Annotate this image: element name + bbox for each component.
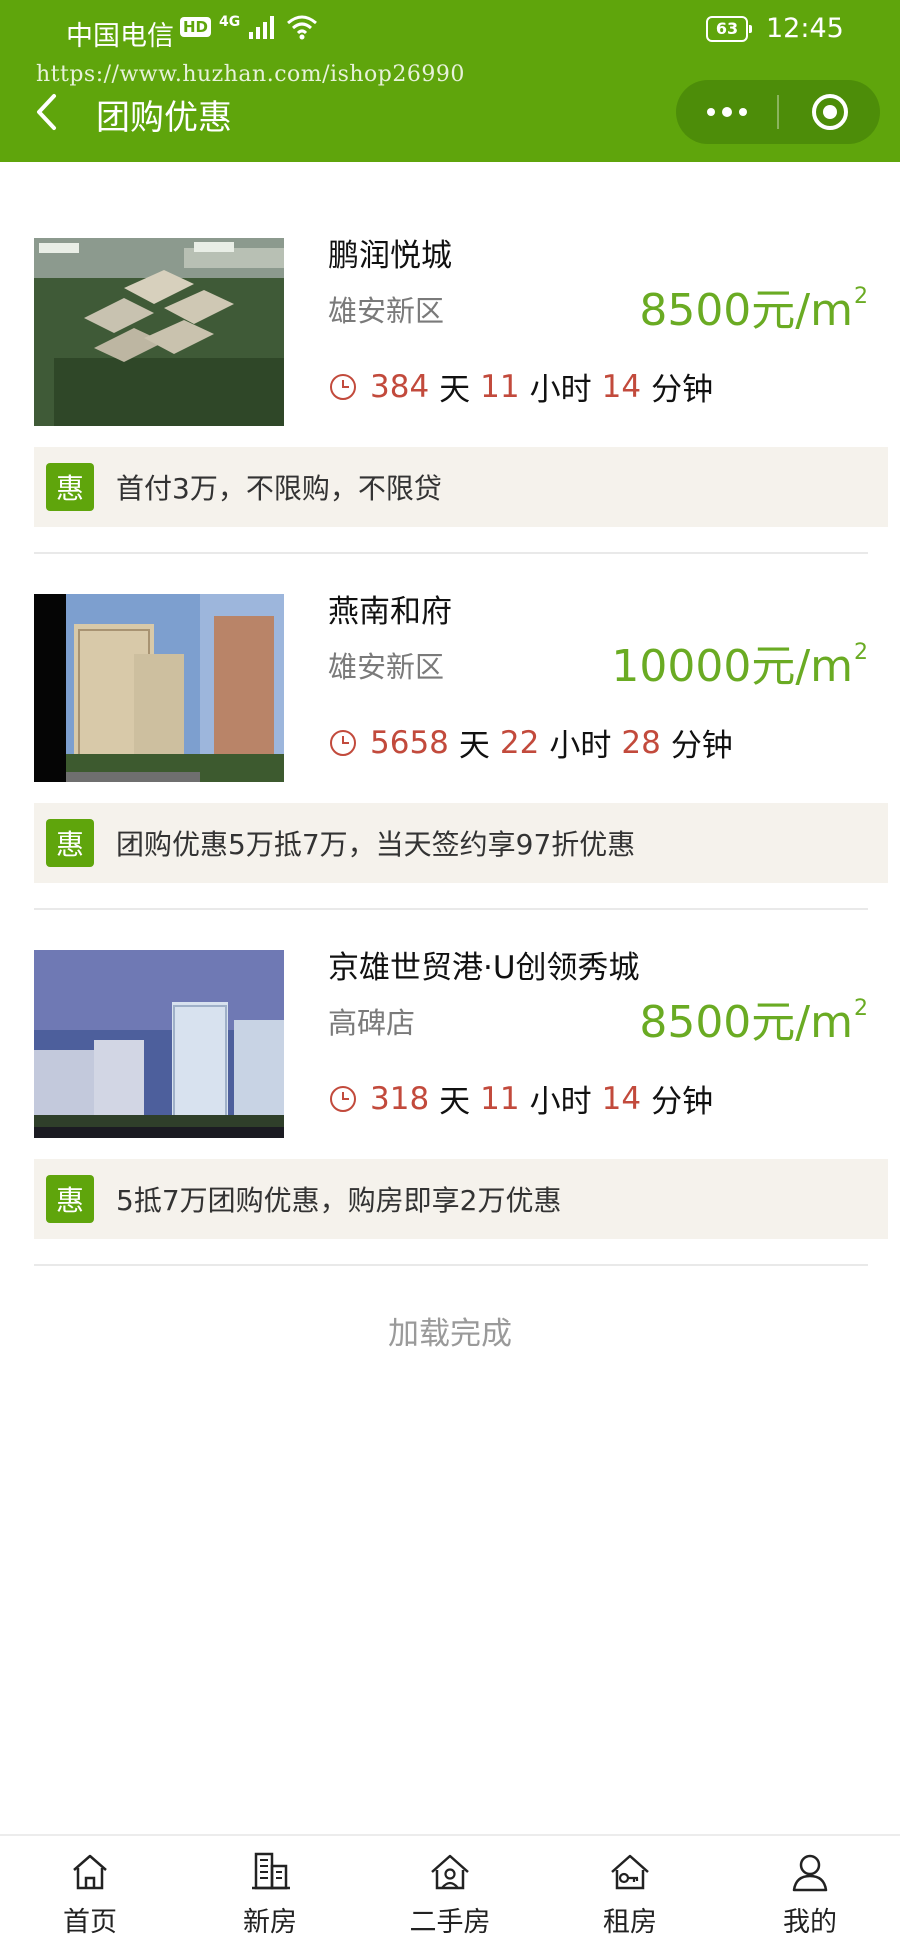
listing-photo: [34, 238, 284, 426]
countdown-days-unit: 天: [439, 1084, 471, 1120]
countdown-days-unit: 天: [458, 728, 490, 764]
listing-price: 8500元/m2: [639, 274, 868, 338]
countdown-days: 384: [370, 368, 430, 405]
network-label: 4G: [219, 14, 241, 30]
listing-area: 雄安新区: [328, 650, 445, 684]
user-icon: [792, 1854, 828, 1892]
wifi-icon: [287, 15, 318, 40]
listing-area: 雄安新区: [328, 294, 445, 328]
home-icon: [73, 1854, 107, 1890]
more-button[interactable]: [676, 80, 777, 144]
countdown-days: 318: [370, 1080, 430, 1117]
countdown-minutes: 28: [621, 724, 661, 761]
countdown-minutes-unit: 分钟: [670, 728, 733, 764]
status-time: 12:45: [766, 13, 844, 44]
house-person-icon: [431, 1854, 469, 1890]
price-unit-exponent: 2: [854, 996, 868, 1021]
clock-icon: [330, 1085, 356, 1112]
listing-card[interactable]: 燕南和府 雄安新区 10000元/m2 5658 天 22 小时 28 分钟 惠…: [0, 518, 900, 910]
promo-banner: 惠 首付3万，不限购，不限贷: [34, 447, 888, 527]
miniprogram-capsule: [676, 80, 880, 144]
building-icon: [252, 1852, 290, 1890]
countdown-days-unit: 天: [439, 372, 471, 408]
promo-banner: 惠 5抵7万团购优惠，购房即享2万优惠: [34, 1159, 888, 1239]
tab-label: 首页: [63, 1907, 117, 1938]
tab-second-hand[interactable]: 二手房: [360, 1836, 540, 1950]
price-value: 10000元/m: [611, 641, 853, 692]
listing-name: 京雄世贸港·U创领秀城: [328, 950, 640, 986]
promo-text: 团购优惠5万抵7万，当天签约享97折优惠: [116, 828, 636, 861]
page-title: 团购优惠: [96, 98, 232, 138]
price-value: 8500元/m: [639, 285, 853, 336]
tab-home[interactable]: 首页: [0, 1836, 180, 1950]
house-key-icon: [611, 1854, 649, 1890]
promo-text: 5抵7万团购优惠，购房即享2万优惠: [116, 1184, 562, 1217]
listing-card[interactable]: 京雄世贸港·U创领秀城 高碑店 8500元/m2 318 天 11 小时 14 …: [0, 874, 900, 1266]
listing-price: 10000元/m2: [611, 630, 868, 694]
listing-area: 高碑店: [328, 1006, 416, 1040]
promo-tag: 惠: [46, 1175, 94, 1223]
load-complete-label: 加载完成: [388, 1316, 512, 1352]
listing-card[interactable]: 鹏润悦城 雄安新区 8500元/m2 384 天 11 小时 14 分钟 惠 首…: [0, 162, 900, 554]
price-value: 8500元/m: [639, 997, 853, 1048]
more-dots-icon: [706, 107, 747, 117]
tab-label: 我的: [783, 1907, 837, 1938]
tab-label: 租房: [603, 1907, 657, 1938]
app-header: 中国电信 HD 4G 63 12:45 https://www.huzhan.c…: [0, 0, 900, 162]
signal-icon: [249, 16, 275, 39]
countdown: 318 天 11 小时 14 分钟: [328, 1076, 713, 1121]
back-button[interactable]: [26, 88, 66, 136]
listing-name: 燕南和府: [328, 594, 452, 630]
chevron-left-icon: [37, 94, 56, 130]
watermark-url: https://www.huzhan.com/ishop26990: [36, 62, 465, 87]
countdown-hours: 22: [499, 724, 540, 761]
promo-tag: 惠: [46, 819, 94, 867]
countdown-days: 5658: [370, 724, 449, 761]
bottom-tab-bar: 首页 新房 二手房 租房 我的: [0, 1834, 900, 1950]
tab-mine[interactable]: 我的: [720, 1836, 900, 1950]
promo-tag: 惠: [46, 463, 94, 511]
price-unit-exponent: 2: [854, 284, 868, 309]
battery-indicator: 63: [706, 16, 752, 42]
countdown-hours-unit: 小时: [529, 372, 592, 408]
card-divider: [34, 1264, 868, 1266]
listing-photo: [34, 950, 284, 1138]
status-bar: 中国电信 HD 4G 63 12:45: [0, 0, 900, 62]
listing-photo: [34, 594, 284, 782]
countdown-minutes: 14: [601, 1080, 642, 1117]
target-close-icon: [811, 94, 848, 130]
promo-text: 首付3万，不限购，不限贷: [116, 472, 442, 505]
countdown-hours: 11: [480, 1080, 520, 1117]
status-icons: HD 4G: [180, 14, 318, 40]
clock-icon: [330, 729, 356, 756]
countdown-minutes-unit: 分钟: [651, 1084, 714, 1120]
countdown-minutes: 14: [601, 368, 642, 405]
close-miniprogram-button[interactable]: [779, 80, 880, 144]
countdown-minutes-unit: 分钟: [651, 372, 714, 408]
countdown-hours: 11: [480, 368, 520, 405]
promo-banner: 惠 团购优惠5万抵7万，当天签约享97折优惠: [34, 803, 888, 883]
tab-rental[interactable]: 租房: [540, 1836, 720, 1950]
countdown: 5658 天 22 小时 28 分钟: [328, 720, 733, 765]
countdown-hours-unit: 小时: [549, 728, 612, 764]
countdown: 384 天 11 小时 14 分钟: [328, 364, 713, 409]
tab-label: 新房: [243, 1907, 297, 1938]
tab-new-homes[interactable]: 新房: [180, 1836, 360, 1950]
tab-label: 二手房: [409, 1907, 491, 1938]
listing-name: 鹏润悦城: [328, 238, 452, 274]
price-unit-exponent: 2: [854, 640, 868, 665]
clock-icon: [330, 373, 356, 400]
countdown-hours-unit: 小时: [529, 1084, 592, 1120]
listing-price: 8500元/m2: [639, 986, 868, 1050]
hd-badge: HD: [180, 17, 212, 37]
carrier-label: 中国电信: [66, 21, 174, 52]
